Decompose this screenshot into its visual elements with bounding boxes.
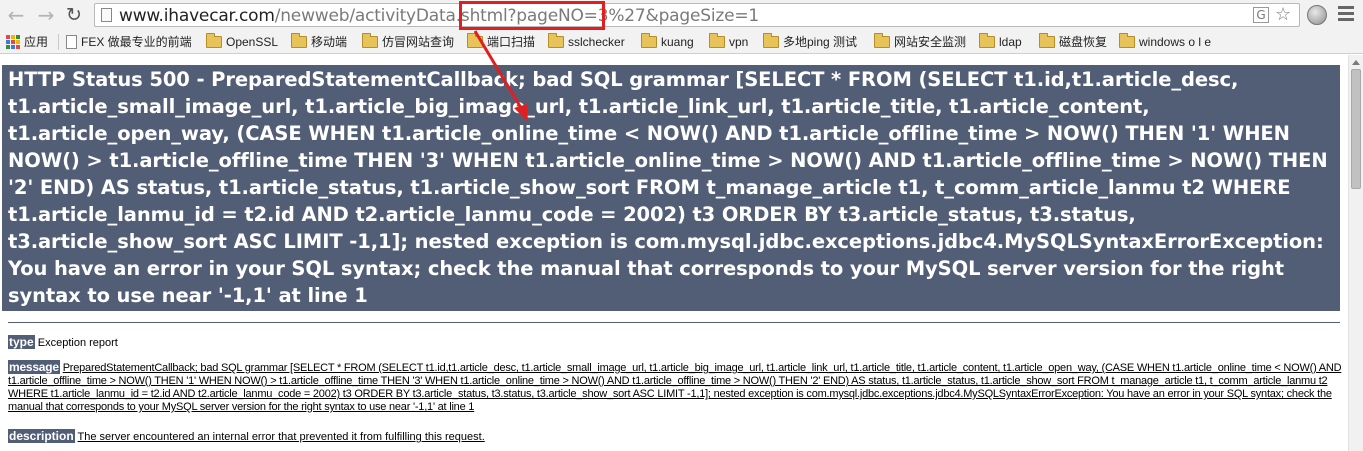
divider <box>8 322 1340 323</box>
folder-icon <box>874 33 890 48</box>
browser-toolbar: ← → ↻ www.ihavecar.com/newweb/activityDa… <box>0 0 1363 30</box>
menu-icon[interactable] <box>1338 6 1354 24</box>
bookmark-fex[interactable]: FEX 做最专业的前端 <box>66 33 192 51</box>
extension-globe-icon[interactable] <box>1307 5 1327 25</box>
folder-icon <box>763 33 779 48</box>
bookmark-folder-windows-ole[interactable]: windows o l e <box>1119 33 1211 51</box>
message-value: PreparedStatementCallback; bad SQL gramm… <box>8 362 1342 413</box>
url-text[interactable]: www.ihavecar.com/newweb/activityData.sht… <box>119 6 759 26</box>
bookmark-folder-security[interactable]: 网站安全监测 <box>874 33 966 51</box>
error-message-line: message PreparedStatementCallback; bad S… <box>8 360 1343 414</box>
folder-icon <box>548 33 564 48</box>
message-label: message <box>8 360 60 374</box>
bookmark-label: 应用 <box>24 35 49 49</box>
bookmark-label: OpenSSL <box>226 35 279 49</box>
bookmark-label: 端口扫描 <box>487 35 536 49</box>
translate-icon[interactable]: G <box>1253 7 1269 23</box>
bookmark-label: 移动端 <box>311 35 348 49</box>
bookmark-folder-disk-recovery[interactable]: 磁盘恢复 <box>1039 33 1107 51</box>
bookmark-folder-vpn[interactable]: vpn <box>709 33 748 51</box>
bookmark-label: 仿冒网站查询 <box>382 35 455 49</box>
error-heading: HTTP Status 500 - PreparedStatementCallb… <box>2 65 1340 311</box>
bookmark-label: 多地ping 测试 <box>783 35 858 49</box>
scroll-thumb[interactable] <box>1351 69 1361 189</box>
error-description-line: description The server encountered an in… <box>8 429 1343 444</box>
description-value: The server encountered an internal error… <box>77 431 485 443</box>
bookmark-folder-sslchecker[interactable]: sslchecker <box>548 33 625 51</box>
vertical-scrollbar[interactable] <box>1348 55 1363 451</box>
folder-icon <box>979 33 995 48</box>
folder-icon <box>641 33 657 48</box>
bookmark-label: FEX 做最专业的前端 <box>81 35 192 49</box>
bookmark-folder-ldap[interactable]: ldap <box>979 33 1022 51</box>
folder-icon <box>1039 33 1055 48</box>
apps-grid-icon <box>6 35 20 49</box>
bookmark-label: 磁盘恢复 <box>1059 35 1108 49</box>
page-icon <box>66 35 77 49</box>
reload-icon[interactable]: ↻ <box>62 3 86 27</box>
folder-icon <box>709 33 725 48</box>
address-bar[interactable]: www.ihavecar.com/newweb/activityData.sht… <box>94 3 1300 27</box>
folder-icon <box>362 33 378 48</box>
back-arrow-icon[interactable]: ← <box>4 3 28 27</box>
bookmark-folder-mobile[interactable]: 移动端 <box>291 33 347 51</box>
description-label: description <box>8 429 75 443</box>
bookmarks-bar: 应用 FEX 做最专业的前端 OpenSSL 移动端 仿冒网站查询 端口扫描 s… <box>0 30 1363 54</box>
url-host: www.ihavecar.com <box>119 6 275 26</box>
bookmark-label: kuang <box>661 35 694 49</box>
bookmark-folder-kuang[interactable]: kuang <box>641 33 694 51</box>
type-value: Exception report <box>37 337 118 349</box>
bookmark-folder-openssl[interactable]: OpenSSL <box>206 33 278 51</box>
folder-icon <box>467 33 483 48</box>
bookmark-label: windows o l e <box>1139 35 1212 49</box>
bookmark-label: ldap <box>999 35 1022 49</box>
star-icon[interactable]: ☆ <box>1275 4 1291 25</box>
page-icon <box>101 8 112 22</box>
error-type-line: type Exception report <box>8 335 1343 350</box>
bookmark-label: sslchecker <box>568 35 625 49</box>
bookmark-label: 网站安全监测 <box>894 35 967 49</box>
forward-arrow-icon[interactable]: → <box>34 3 58 27</box>
folder-icon <box>291 33 307 48</box>
bookmark-folder-portscan[interactable]: 端口扫描 <box>467 33 535 51</box>
bookmark-folder-phishing[interactable]: 仿冒网站查询 <box>362 33 454 51</box>
page-content: HTTP Status 500 - PreparedStatementCallb… <box>0 55 1348 451</box>
bookmark-separator <box>58 34 59 50</box>
folder-icon <box>1119 33 1135 48</box>
annotation-highlight-box <box>459 1 605 30</box>
scroll-up-icon[interactable] <box>1352 60 1360 65</box>
type-label: type <box>8 335 35 349</box>
folder-icon <box>206 33 222 48</box>
bookmark-apps[interactable]: 应用 <box>6 33 48 51</box>
bookmark-folder-ping[interactable]: 多地ping 测试 <box>763 33 857 51</box>
bookmark-label: vpn <box>729 35 749 49</box>
